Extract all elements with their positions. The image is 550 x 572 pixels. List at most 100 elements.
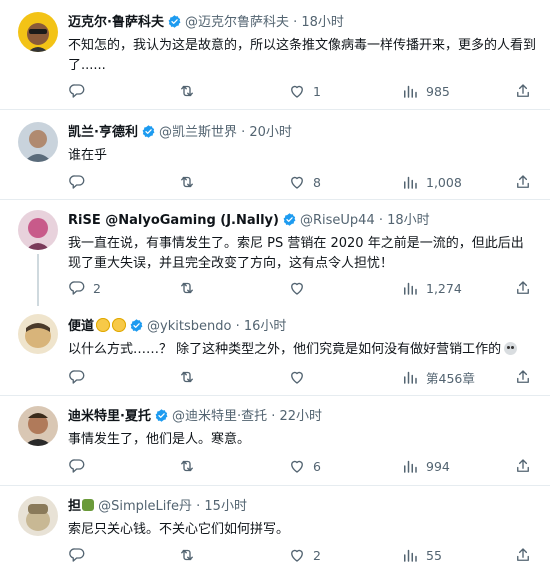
separator-dot: · (235, 319, 240, 334)
reply-count: 2 (93, 280, 101, 296)
like-button[interactable]: 2 (288, 545, 321, 565)
retweet-button[interactable] (178, 278, 203, 298)
timestamp[interactable]: 15小时 (204, 499, 247, 514)
timestamp[interactable]: 22小时 (280, 409, 323, 424)
author-name[interactable]: 便道 (68, 319, 94, 334)
share-button[interactable] (514, 456, 532, 476)
tweet-5[interactable]: 迪米特里·夏托 @迪米特里·查托 · 22小时 事情发生了，他们是人。寒意。 6 … (0, 396, 550, 486)
avatar[interactable] (18, 406, 58, 446)
tweet-1[interactable]: 迈克尔·鲁萨科夫 @迈克尔鲁萨科夫 · 18小时 不知怎的，我认为这是故意的，所以… (0, 0, 550, 110)
views-button[interactable]: 994 (401, 456, 450, 476)
timestamp[interactable]: 16小时 (244, 319, 287, 334)
reply-icon (68, 368, 86, 386)
avatar[interactable] (18, 12, 58, 52)
verified-badge-icon (141, 124, 156, 139)
avatar[interactable] (18, 496, 58, 536)
share-button[interactable] (514, 367, 532, 387)
retweet-button[interactable] (178, 81, 203, 101)
tweet-actions: 2 1,274 (68, 278, 536, 298)
views-button[interactable]: 55 (401, 545, 442, 565)
timestamp[interactable]: 18小时 (387, 213, 430, 228)
avatar[interactable] (18, 210, 58, 250)
author-name[interactable]: 担 (68, 499, 81, 514)
retweet-button[interactable] (178, 456, 203, 476)
reply-button[interactable] (68, 545, 93, 565)
retweet-button[interactable] (178, 172, 203, 192)
views-icon (401, 457, 419, 475)
avatar[interactable] (18, 314, 58, 354)
view-count: 985 (426, 83, 450, 99)
avatar-image (26, 504, 50, 531)
view-count: 55 (426, 547, 442, 563)
smile-emoji-icon (96, 318, 111, 332)
avatar[interactable] (18, 122, 58, 162)
thread-line (37, 254, 39, 306)
views-icon (401, 368, 419, 386)
separator-dot: · (378, 213, 383, 228)
smile-emoji-icon (112, 318, 127, 332)
author-handle[interactable]: @SimpleLife丹 (98, 499, 192, 514)
reply-icon (68, 457, 86, 475)
skull-emoji-icon (504, 342, 518, 355)
timestamp[interactable]: 18小时 (301, 15, 344, 30)
like-button[interactable]: 1 (288, 81, 321, 101)
author-handle[interactable]: @ykitsbendo (147, 319, 231, 334)
heart-icon (288, 279, 306, 297)
author-name[interactable]: RiSE @NalyoGaming (J.Nally) (68, 213, 279, 228)
separator-dot: · (271, 409, 276, 424)
tweet-6[interactable]: 担 @SimpleLife丹 · 15小时 索尼只关心钱。不关心它们如何拼写。 … (0, 486, 550, 572)
tweet-4[interactable]: 便道 @ykitsbendo · 16小时 以什么方式……？ 除了这种类型之外，他… (0, 306, 550, 396)
like-button[interactable]: 8 (288, 172, 321, 192)
tweet-3[interactable]: RiSE @NalyoGaming (J.Nally) @RiseUp44 · 1… (0, 200, 550, 306)
share-icon (514, 173, 532, 191)
views-button[interactable]: 1,008 (401, 172, 462, 192)
reply-button[interactable]: 2 (68, 278, 101, 298)
retweet-icon (178, 546, 196, 564)
author-handle[interactable]: @迈克尔鲁萨科夫 (185, 15, 289, 30)
heart-icon (288, 82, 306, 100)
author-handle[interactable]: @RiseUp44 (300, 213, 375, 228)
like-button[interactable] (288, 278, 313, 298)
author-name[interactable]: 迪米特里·夏托 (68, 409, 151, 424)
view-count: 1,008 (426, 174, 462, 190)
like-button[interactable] (288, 367, 313, 387)
reply-icon (68, 546, 86, 564)
retweet-button[interactable] (178, 367, 203, 387)
like-count: 1 (313, 83, 321, 99)
avatar-image (24, 130, 52, 162)
views-icon (401, 173, 419, 191)
retweet-icon (178, 173, 196, 191)
reply-button[interactable] (68, 367, 93, 387)
views-button[interactable]: 第456章 (401, 367, 475, 387)
timestamp[interactable]: 20小时 (249, 125, 292, 140)
retweet-button[interactable] (178, 545, 203, 565)
author-handle[interactable]: @迪米特里·查托 (172, 409, 267, 424)
retweet-icon (178, 457, 196, 475)
share-button[interactable] (514, 278, 532, 298)
tweet-actions: 2 55 (68, 545, 536, 565)
views-button[interactable]: 1,274 (401, 278, 462, 298)
author-name[interactable]: 迈克尔·鲁萨科夫 (68, 15, 164, 30)
tweet-2[interactable]: 凯兰·亨德利 @凯兰斯世界 · 20小时 谁在乎 8 1,008 (0, 110, 550, 200)
share-button[interactable] (514, 545, 532, 565)
reply-button[interactable] (68, 172, 93, 192)
reply-button[interactable] (68, 456, 93, 476)
reply-button[interactable] (68, 81, 93, 101)
share-icon (514, 368, 532, 386)
views-button[interactable]: 985 (401, 81, 450, 101)
author-name[interactable]: 凯兰·亨德利 (68, 125, 138, 140)
separator-dot: · (293, 15, 298, 30)
verified-badge-icon (129, 318, 144, 333)
views-icon (401, 546, 419, 564)
retweet-icon (178, 82, 196, 100)
reply-icon (68, 279, 86, 297)
avatar-image (26, 218, 50, 250)
avatar-image (27, 23, 49, 52)
like-button[interactable]: 6 (288, 456, 321, 476)
share-icon (514, 546, 532, 564)
heart-icon (288, 173, 306, 191)
share-icon (514, 279, 532, 297)
author-handle[interactable]: @凯兰斯世界 (159, 125, 237, 140)
share-button[interactable] (514, 81, 532, 101)
share-button[interactable] (514, 172, 532, 192)
